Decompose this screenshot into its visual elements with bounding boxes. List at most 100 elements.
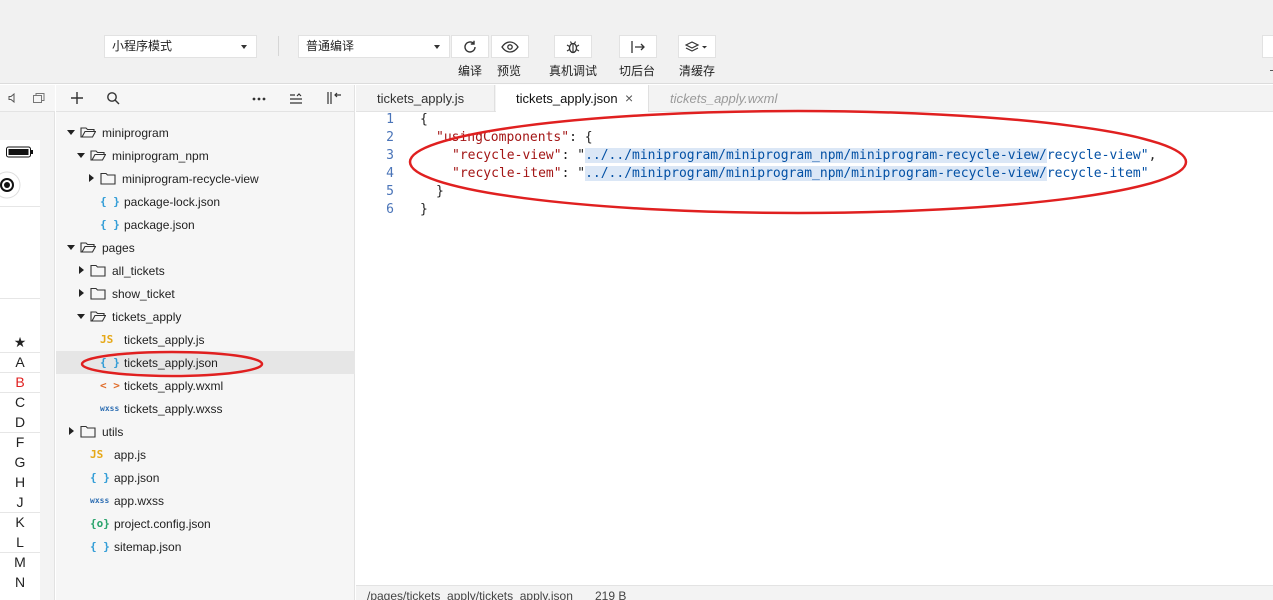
clear-cache-button[interactable] (678, 35, 716, 58)
preview-label: 预览 (497, 64, 522, 78)
index-letter[interactable]: L (0, 534, 40, 550)
line-number: 3 (386, 148, 394, 163)
index-letter[interactable]: F (0, 434, 40, 450)
index-letter[interactable]: G (0, 454, 40, 470)
preview-button[interactable] (491, 35, 529, 58)
chevron-right-icon[interactable] (86, 173, 96, 183)
mode-select[interactable]: 小程序模式 (104, 35, 257, 58)
line-number: 6 (386, 202, 394, 217)
toolbar-overflow-button[interactable] (1262, 35, 1273, 58)
js-file-icon: JS (100, 333, 114, 346)
tree-folder[interactable]: utils (56, 420, 355, 443)
code-line: "recycle-item": "../../miniprogram/minip… (452, 166, 1149, 181)
wxss-file-icon: wxss (100, 404, 120, 413)
tree-file[interactable]: JS tickets_apply.js (56, 328, 355, 351)
compile-button[interactable] (451, 35, 489, 58)
tab-label: tickets_apply.json (516, 91, 618, 106)
chevron-down-icon[interactable] (66, 127, 76, 137)
index-letter[interactable]: H (0, 474, 40, 490)
tree-folder[interactable]: miniprogram-recycle-view (56, 167, 355, 190)
chevron-right-icon[interactable] (76, 288, 86, 298)
tree-item-label: app.js (114, 447, 147, 462)
chevron-down-icon[interactable] (76, 311, 86, 321)
remote-debug-button[interactable] (554, 35, 592, 58)
tree-file[interactable]: JS app.js (56, 443, 355, 466)
chevron-right-icon[interactable] (76, 265, 86, 275)
tree-file[interactable]: { } sitemap.json (56, 535, 355, 558)
tree-item-label: package.json (124, 217, 195, 232)
explorer-toolbar (56, 85, 355, 112)
index-letter[interactable]: A (0, 354, 40, 370)
index-letter[interactable]: K (0, 514, 40, 530)
index-letter[interactable]: D (0, 414, 40, 430)
compile-mode-value: 普通编译 (306, 39, 355, 53)
close-icon[interactable]: × (625, 85, 633, 112)
tree-item-label: app.wxss (114, 493, 165, 508)
tree-file[interactable]: wxss tickets_apply.wxss (56, 397, 355, 420)
eye-icon (501, 40, 519, 53)
tree-item-label: all_tickets (112, 263, 165, 278)
tree-file[interactable]: { } app.json (56, 466, 355, 489)
tree-file[interactable]: { } package.json (56, 213, 355, 236)
mode-select-value: 小程序模式 (112, 39, 173, 53)
index-letter[interactable]: M (0, 554, 40, 570)
tree-folder[interactable]: pages (56, 236, 355, 259)
line-number: 5 (386, 184, 394, 199)
tree-folder[interactable]: miniprogram (56, 121, 355, 144)
simulator-divider (0, 372, 40, 373)
status-bar: /pages/tickets_apply/tickets_apply.json … (356, 585, 1273, 600)
json-string-selected: ../../miniprogram/miniprogram_npm/minipr… (585, 148, 1047, 163)
tree-file[interactable]: { } tickets_apply.json (56, 351, 355, 374)
tab-tickets-apply-wxml[interactable]: tickets_apply.wxml (650, 85, 810, 112)
code-line: } (420, 202, 428, 217)
toggle-panel-icon[interactable] (326, 91, 342, 105)
tree-file[interactable]: < > tickets_apply.wxml (56, 374, 355, 397)
simulator-divider (0, 352, 40, 353)
code-token: , (1148, 148, 1157, 163)
chevron-right-icon[interactable] (66, 426, 76, 436)
tree-folder[interactable]: tickets_apply (56, 305, 355, 328)
compile-mode-select[interactable]: 普通编译 (298, 35, 450, 58)
tab-tickets-apply-json[interactable]: tickets_apply.json × (496, 85, 649, 113)
background-label: 切后台 (619, 64, 656, 78)
index-letter[interactable]: J (0, 494, 40, 510)
tree-folder[interactable]: all_tickets (56, 259, 355, 282)
tree-file[interactable]: { } package-lock.json (56, 190, 355, 213)
collapse-all-icon[interactable] (289, 93, 303, 105)
folder-open-icon (90, 311, 106, 322)
folder-icon (80, 425, 96, 438)
line-number: 2 (386, 130, 394, 145)
line-number: 1 (386, 112, 394, 127)
tree-file[interactable]: wxss app.wxss (56, 489, 355, 512)
index-letter[interactable]: N (0, 574, 40, 590)
simulator-toolbar (0, 85, 55, 112)
search-icon[interactable] (106, 91, 120, 105)
code-editor[interactable]: 1 2 3 4 5 6 { "usingComponents": { "recy… (356, 112, 1273, 585)
tree-item-label: tickets_apply.json (124, 355, 218, 370)
tree-file[interactable]: {o} project.config.json (56, 512, 355, 535)
code-token: { (420, 112, 428, 127)
tree-folder[interactable]: show_ticket (56, 282, 355, 305)
window-icon[interactable] (33, 93, 45, 103)
code-token: : { (569, 130, 593, 145)
tab-tickets-apply-js[interactable]: tickets_apply.js (356, 85, 495, 112)
json-file-icon: { } (100, 218, 120, 231)
folder-open-icon (80, 242, 96, 253)
more-icon[interactable] (252, 97, 266, 101)
record-icon[interactable] (0, 170, 22, 200)
tree-folder[interactable]: miniprogram_npm (56, 144, 355, 167)
index-letter[interactable]: B (0, 374, 40, 390)
json-file-icon: { } (90, 540, 110, 553)
folder-icon (90, 287, 106, 300)
volume-icon[interactable] (8, 93, 18, 103)
toolbar-divider (278, 36, 279, 56)
index-letter[interactable]: C (0, 394, 40, 410)
json-key: "recycle-item" (452, 166, 562, 181)
chevron-down-icon[interactable] (76, 150, 86, 160)
simulator-divider (0, 298, 40, 299)
plus-icon[interactable] (70, 91, 84, 105)
chevron-down-icon[interactable] (66, 242, 76, 252)
index-star[interactable]: ★ (0, 334, 40, 351)
tree-item-label: tickets_apply.js (124, 332, 205, 347)
background-button[interactable] (619, 35, 657, 58)
